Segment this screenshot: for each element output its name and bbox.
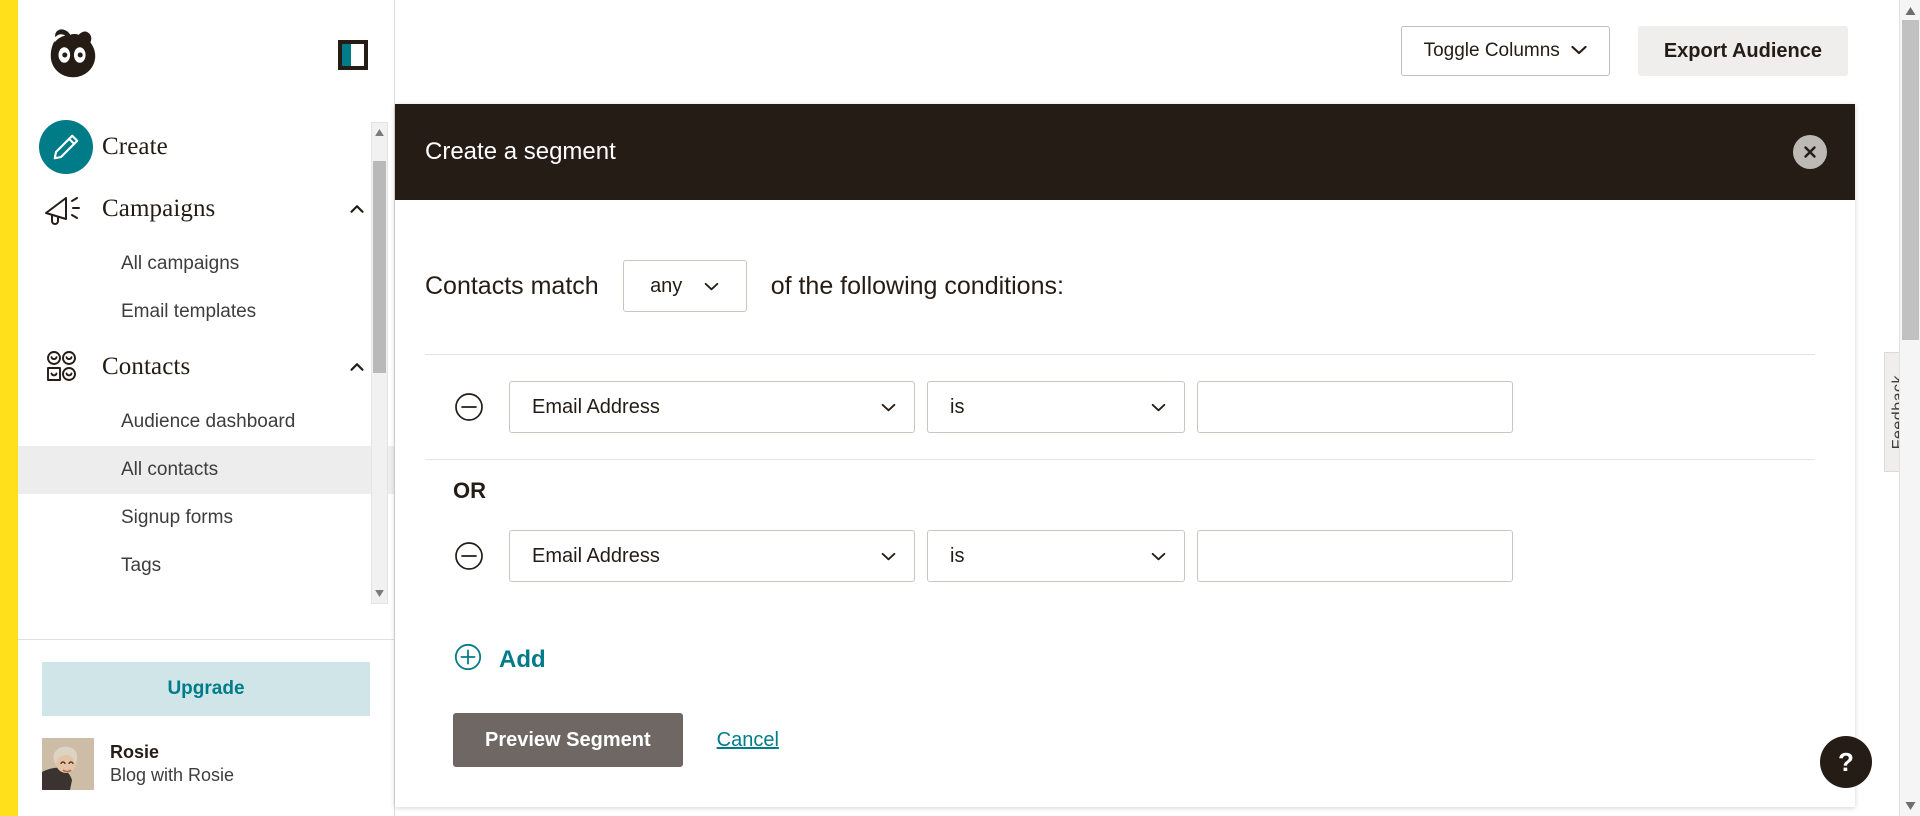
sidebar-nav: Create Campaigns All campaigns Email tem… (18, 110, 394, 590)
sidebar-item-all-contacts[interactable]: All contacts (18, 446, 394, 494)
condition-row: Email Address is (425, 504, 1815, 608)
profile-text: Rosie Blog with Rosie (110, 741, 234, 787)
megaphone-icon (42, 192, 102, 226)
sidebar-scrollbar[interactable] (371, 122, 388, 604)
page-scrollbar-thumb[interactable] (1902, 20, 1919, 340)
remove-condition-icon[interactable] (453, 391, 485, 423)
condition-operator-value: is (950, 544, 965, 567)
profile-name: Rosie (110, 742, 160, 762)
add-condition-button[interactable]: Add (425, 608, 1815, 677)
upgrade-section: Upgrade (18, 640, 394, 716)
sidebar-item-label: Contacts (102, 353, 191, 380)
toggle-columns-button[interactable]: Toggle Columns (1400, 26, 1610, 76)
export-audience-button[interactable]: Export Audience (1637, 26, 1848, 76)
condition-operator-select[interactable]: is (927, 530, 1185, 582)
condition-value-input[interactable] (1197, 381, 1513, 433)
match-prefix-label: Contacts match (425, 271, 599, 300)
sidebar-item-label: All contacts (121, 459, 219, 480)
page-toolbar: Toggle Columns Export Audience (1400, 26, 1848, 76)
panel-toggle-icon[interactable] (338, 40, 368, 70)
plus-circle-icon (453, 642, 483, 677)
cancel-link[interactable]: Cancel (717, 729, 779, 752)
preview-segment-button[interactable]: Preview Segment (453, 713, 683, 767)
sidebar-item-label: Signup forms (121, 507, 233, 528)
modal-header: Create a segment (395, 104, 1855, 200)
contacts-icon (42, 349, 102, 385)
match-type-value: any (650, 274, 683, 297)
sidebar-item-label: Campaigns (102, 195, 216, 222)
conditions-area: Email Address is OR Email Address is (425, 354, 1815, 608)
chevron-down-icon (1151, 545, 1166, 568)
chevron-down-icon (1571, 40, 1587, 62)
modal-title: Create a segment (425, 138, 616, 165)
sidebar-item-label: Audience dashboard (121, 411, 296, 432)
chevron-down-icon (704, 275, 719, 298)
chevron-down-icon (881, 545, 896, 568)
sidebar-scrollbar-thumb[interactable] (373, 161, 386, 373)
create-segment-modal: Create a segment Contacts match any of t… (395, 104, 1855, 807)
sidebar-nav-scroll: Create Campaigns All campaigns Email tem… (18, 110, 394, 637)
scroll-down-icon[interactable] (372, 585, 387, 602)
scroll-down-icon[interactable] (1900, 795, 1920, 816)
user-profile[interactable]: Rosie Blog with Rosie (18, 716, 394, 816)
add-label: Add (499, 645, 546, 673)
scroll-up-icon[interactable] (372, 124, 387, 141)
or-label: OR (453, 478, 486, 503)
match-type-select[interactable]: any (622, 260, 747, 312)
profile-account: Blog with Rosie (110, 765, 235, 785)
sidebar-item-campaigns[interactable]: Campaigns (18, 178, 394, 240)
main-content: Toggle Columns Export Audience Create a … (395, 0, 1920, 816)
condition-row: Email Address is (425, 355, 1815, 459)
page-scrollbar[interactable] (1899, 0, 1920, 816)
condition-field-value: Email Address (532, 395, 660, 418)
help-button[interactable]: ? (1820, 736, 1872, 788)
avatar (42, 738, 94, 790)
sidebar-item-email-templates[interactable]: Email templates (18, 288, 394, 336)
brand-rail (0, 0, 18, 816)
condition-field-value: Email Address (532, 544, 660, 567)
sidebar-item-audience-dashboard[interactable]: Audience dashboard (18, 398, 394, 446)
toggle-columns-label: Toggle Columns (1423, 40, 1560, 61)
sidebar-item-label: Tags (121, 555, 162, 576)
upgrade-button[interactable]: Upgrade (42, 662, 370, 716)
condition-operator-value: is (950, 395, 965, 418)
sidebar-item-contacts[interactable]: Contacts (18, 336, 394, 398)
sidebar-item-signup-forms[interactable]: Signup forms (18, 494, 394, 542)
condition-value-input[interactable] (1197, 530, 1513, 582)
match-suffix-label: of the following conditions: (770, 271, 1064, 300)
app-root: Create Campaigns All campaigns Email tem… (0, 0, 1920, 816)
sidebar-item-label: Email templates (121, 301, 257, 322)
sidebar-item-all-campaigns[interactable]: All campaigns (18, 240, 394, 288)
chevron-down-icon (1151, 396, 1166, 419)
modal-body: Contacts match any of the following cond… (395, 200, 1855, 807)
condition-field-select[interactable]: Email Address (509, 530, 915, 582)
chevron-up-icon[interactable] (346, 356, 368, 378)
sidebar-item-label: All campaigns (121, 253, 240, 274)
chevron-down-icon (881, 396, 896, 419)
close-icon[interactable] (1793, 135, 1827, 169)
condition-field-select[interactable]: Email Address (509, 381, 915, 433)
chevron-up-icon[interactable] (346, 198, 368, 220)
sidebar-header (18, 0, 394, 110)
scroll-up-icon[interactable] (1900, 0, 1920, 21)
pencil-icon (39, 120, 102, 174)
condition-operator-select[interactable]: is (927, 381, 1185, 433)
match-row: Contacts match any of the following cond… (425, 260, 1815, 354)
or-separator: OR (425, 459, 1815, 504)
mailchimp-freddie-logo (42, 26, 104, 84)
sidebar-item-create[interactable]: Create (18, 116, 394, 178)
modal-footer: Preview Segment Cancel (425, 677, 1815, 807)
sidebar: Create Campaigns All campaigns Email tem… (18, 0, 395, 816)
sidebar-item-label: Create (102, 133, 168, 160)
remove-condition-icon[interactable] (453, 540, 485, 572)
sidebar-item-tags[interactable]: Tags (18, 542, 394, 590)
